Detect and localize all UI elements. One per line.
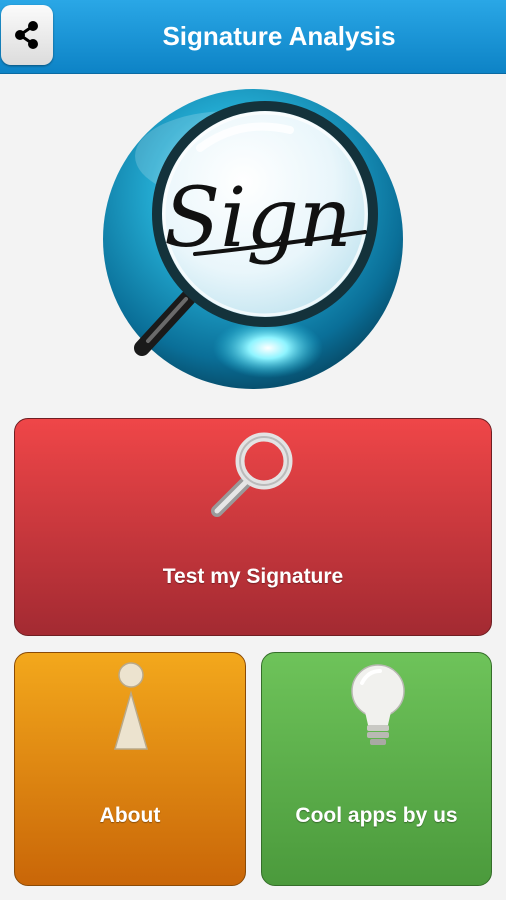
share-icon	[15, 21, 38, 49]
app-header: Signature Analysis	[0, 0, 506, 74]
magnifier-icon	[211, 432, 293, 517]
about-button[interactable]: About	[14, 652, 246, 886]
magnifying-glass-logo: Sign	[103, 89, 403, 389]
page-title: Signature Analysis	[162, 21, 396, 51]
tile-label: About	[99, 804, 161, 827]
test-signature-button[interactable]: Test my Signature	[14, 418, 492, 636]
cool-apps-button[interactable]: Cool apps by us	[261, 652, 492, 886]
info-icon	[114, 662, 148, 750]
lightbulb-icon	[351, 664, 405, 745]
share-button[interactable]	[1, 5, 53, 65]
tile-label: Cool apps by us	[295, 804, 458, 827]
tile-label: Test my Signature	[162, 565, 344, 588]
logo-text: Sign	[164, 171, 352, 266]
